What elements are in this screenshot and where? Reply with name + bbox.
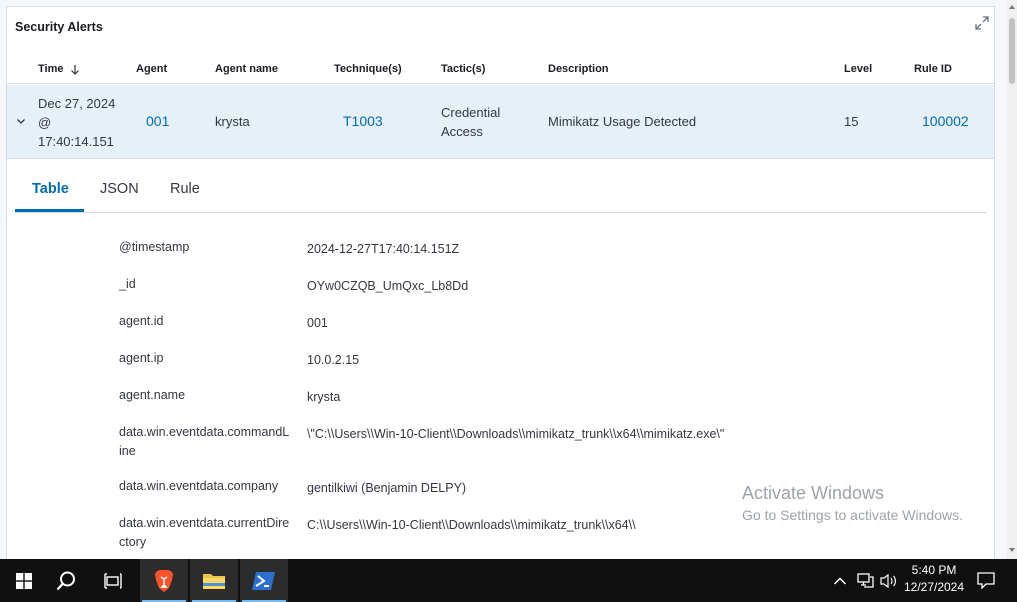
powershell-icon[interactable] [240, 559, 288, 602]
description-cell: Mimikatz Usage Detected [548, 114, 697, 129]
scroll-up-arrow-icon[interactable] [1009, 5, 1015, 9]
active-tab-indicator [15, 209, 84, 212]
chevron-down-icon[interactable] [16, 116, 26, 126]
detail-tabs: Table JSON Rule [15, 159, 987, 213]
rule-id-link[interactable]: 100002 [922, 113, 969, 129]
tab-table[interactable]: Table [32, 181, 69, 197]
column-header-description[interactable]: Description [548, 63, 609, 75]
tactic-cell: Credential Access [441, 105, 501, 139]
tab-rule[interactable]: Rule [170, 181, 200, 197]
field-name: _id [119, 277, 136, 291]
field-value: 001 [307, 316, 328, 330]
field-value: 10.0.2.15 [307, 353, 360, 367]
fullscreen-expand-icon[interactable] [974, 15, 990, 31]
field-value: C:\\Users\\Win-10-Client\\Downloads\\mim… [307, 518, 636, 532]
column-header-time[interactable]: Time [38, 63, 80, 75]
column-header-tactics[interactable]: Tactic(s) [441, 63, 485, 75]
activate-windows-watermark: Activate Windows Go to Settings to activ… [742, 483, 963, 523]
scrollbar-thumb[interactable] [1009, 18, 1015, 84]
table-header: Time Agent Agent name Technique(s) Tacti… [7, 57, 994, 84]
chevron-up-icon[interactable] [829, 559, 851, 602]
field-value: krysta [307, 390, 341, 404]
brave-browser-icon[interactable] [140, 559, 188, 602]
windows-taskbar: 5:40 PM 12/27/2024 [0, 559, 1017, 602]
system-clock[interactable]: 5:40 PM 12/27/2024 [898, 562, 970, 596]
search-icon[interactable] [42, 559, 90, 602]
column-header-agent[interactable]: Agent [136, 63, 167, 75]
field-name: agent.ip [119, 351, 164, 365]
alert-time: Dec 27, 2024 @ 17:40:14.151 [38, 96, 116, 149]
field-value: gentilkiwi (Benjamin DELPY) [307, 481, 467, 495]
field-name: data.win.eventdata.commandLine [119, 425, 290, 458]
field-value: 2024-12-27T17:40:14.151Z [307, 242, 460, 256]
clock-time: 5:40 PM [911, 563, 957, 577]
field-name: agent.id [119, 314, 164, 328]
technique-link[interactable]: T1003 [343, 113, 383, 129]
agent-name-cell: krysta [215, 114, 250, 129]
field-name: data.win.eventdata.currentDirectory [119, 516, 290, 549]
agent-id-link[interactable]: 001 [146, 113, 169, 129]
field-value: OYw0CZQB_UmQxc_Lb8Dd [307, 279, 469, 293]
field-value: \"C:\\Users\\Win-10-Client\\Downloads\\m… [307, 427, 725, 441]
column-header-level[interactable]: Level [844, 63, 872, 75]
clock-date: 12/27/2024 [903, 580, 965, 594]
field-name: agent.name [119, 388, 186, 402]
sort-descending-icon[interactable] [70, 64, 80, 75]
action-center-icon[interactable] [973, 559, 999, 602]
panel-title: Security Alerts [15, 20, 103, 34]
column-header-techniques[interactable]: Technique(s) [334, 63, 402, 75]
table-row[interactable]: Dec 27, 2024 @ 17:40:14.151 001 krysta T… [7, 85, 994, 159]
file-explorer-icon[interactable] [190, 559, 238, 602]
column-header-rule-id[interactable]: Rule ID [914, 63, 952, 75]
level-cell: 15 [844, 114, 859, 129]
tab-json[interactable]: JSON [100, 181, 139, 197]
page-scrollbar[interactable] [1007, 0, 1017, 559]
field-name: @timestamp [119, 240, 190, 254]
field-name: data.win.eventdata.company [119, 479, 279, 493]
network-icon[interactable] [853, 559, 877, 602]
column-header-agent-name[interactable]: Agent name [215, 63, 278, 75]
security-alerts-panel: Security Alerts Time Agent Agent name Te… [6, 6, 995, 559]
task-view-icon[interactable] [90, 559, 138, 602]
scroll-down-arrow-icon[interactable] [1009, 548, 1015, 552]
start-icon[interactable] [0, 559, 48, 602]
